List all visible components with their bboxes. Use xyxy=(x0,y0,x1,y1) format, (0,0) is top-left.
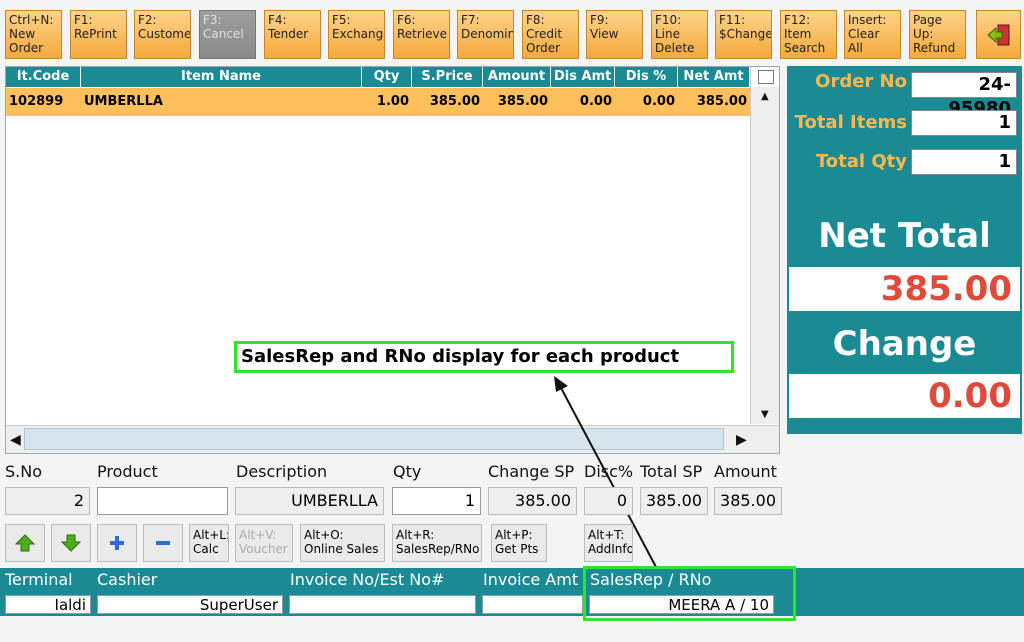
calc-button[interactable]: Alt+L: Calc xyxy=(189,524,229,562)
total-sp-label: Total SP xyxy=(640,462,703,481)
qty-label: Qty xyxy=(393,462,422,481)
product-label: Product xyxy=(97,462,158,481)
net-total-label: Net Total xyxy=(818,216,991,256)
remove-item-button[interactable] xyxy=(143,524,183,562)
add-info-button[interactable]: Alt+T: AddInfo xyxy=(584,524,633,562)
move-down-button[interactable] xyxy=(51,524,91,562)
order-no-label: Order No xyxy=(815,71,907,92)
change-sp-label: Change SP xyxy=(488,462,575,481)
invoice-no-label: Invoice No/Est No# xyxy=(290,570,445,589)
disc-label: Disc% xyxy=(584,462,634,481)
product-input[interactable] xyxy=(97,487,228,515)
change-sp-field[interactable]: 385.00 xyxy=(488,487,577,515)
change-value: 0.00 xyxy=(789,374,1020,418)
order-no-value: 24-95980 xyxy=(911,72,1017,119)
pos-window: Ctrl+N: New Order F1: RePrint F2: Custom… xyxy=(0,0,1024,642)
disc-field[interactable]: 0 xyxy=(584,487,633,515)
cashier-label: Cashier xyxy=(97,570,158,589)
sno-label: S.No xyxy=(5,462,42,481)
terminal-label: Terminal xyxy=(5,570,73,589)
arrow-down-icon xyxy=(61,534,81,552)
total-qty-label: Total Qty xyxy=(815,151,907,172)
salesrep-highlight xyxy=(583,566,796,621)
invoice-amt-value xyxy=(482,595,583,614)
total-items-label: Total Items xyxy=(794,112,907,133)
move-up-button[interactable] xyxy=(5,524,45,562)
description-label: Description xyxy=(236,462,328,481)
description-field: UMBERLLA xyxy=(235,487,384,515)
online-sales-button[interactable]: Alt+O: Online Sales xyxy=(300,524,385,562)
total-items-value: 1 xyxy=(911,110,1017,136)
voucher-button[interactable]: Alt+V: Voucher xyxy=(235,524,293,562)
invoice-no-value xyxy=(289,595,476,614)
qty-input[interactable]: 1 xyxy=(392,487,481,515)
plus-icon xyxy=(110,536,124,550)
amount-field: 385.00 xyxy=(714,487,782,515)
sno-field: 2 xyxy=(5,487,90,515)
total-qty-value: 1 xyxy=(911,149,1017,175)
add-item-button[interactable] xyxy=(97,524,137,562)
cashier-value: SuperUser xyxy=(97,595,283,614)
status-footer: Terminal Cashier Invoice No/Est No# Invo… xyxy=(0,568,1024,616)
arrow-up-icon xyxy=(15,534,35,552)
net-total-value: 385.00 xyxy=(789,267,1020,311)
invoice-amt-label: Invoice Amt xyxy=(483,570,579,589)
get-pts-button[interactable]: Alt+P: Get Pts xyxy=(491,524,547,562)
change-label: Change xyxy=(832,324,977,364)
minus-icon xyxy=(156,541,170,545)
salesrep-button[interactable]: Alt+R: SalesRep/RNo xyxy=(392,524,482,562)
amount-label: Amount xyxy=(714,462,777,481)
terminal-value: Ialdi xyxy=(5,595,91,614)
order-summary-panel: Order No 24-95980 Total Items 1 Total Qt… xyxy=(787,66,1022,434)
total-sp-field: 385.00 xyxy=(640,487,708,515)
